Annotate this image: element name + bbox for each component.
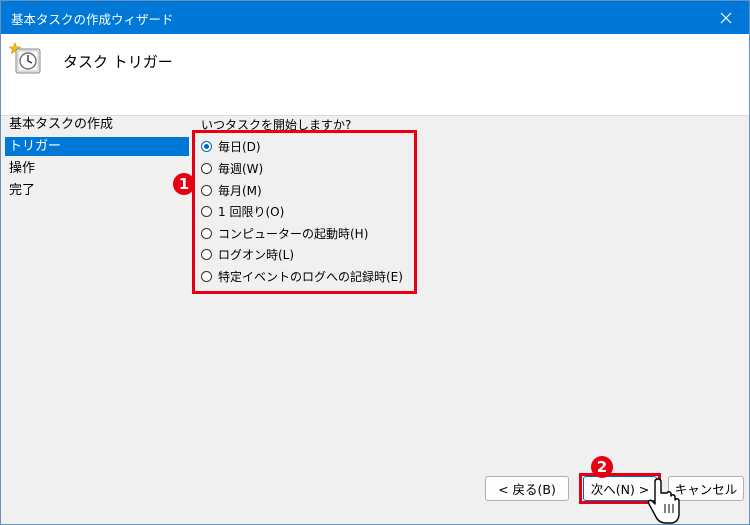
- annotation-badge-2: 2: [591, 456, 613, 478]
- radio-label: 毎月(M): [218, 183, 262, 198]
- radio-computer-startup[interactable]: コンピューターの起動時(H): [201, 223, 368, 243]
- task-clock-icon: [9, 42, 41, 74]
- radio-label: 特定イベントのログへの記録時(E): [218, 269, 403, 284]
- radio-logon[interactable]: ログオン時(L): [201, 244, 294, 264]
- back-button[interactable]: < 戻る(B): [485, 476, 569, 501]
- radio-label: 1 回限り(O): [218, 204, 285, 219]
- wizard-header: タスク トリガー: [1, 34, 749, 116]
- radio-button[interactable]: [201, 184, 212, 196]
- annotation-badge-1: 1: [173, 173, 195, 195]
- page-title: タスク トリガー: [63, 53, 173, 71]
- step-trigger[interactable]: トリガー: [5, 137, 189, 156]
- radio-label: ログオン時(L): [218, 247, 295, 262]
- radio-label: コンピューターの起動時(H): [218, 226, 369, 241]
- radio-weekly[interactable]: 毎週(W): [201, 158, 263, 178]
- radio-monthly[interactable]: 毎月(M): [201, 180, 262, 200]
- radio-button[interactable]: [201, 227, 212, 239]
- title-bar: 基本タスクの作成ウィザード: [1, 1, 749, 34]
- radio-one-time[interactable]: 1 回限り(O): [201, 201, 284, 221]
- mouse-pointer-icon: [647, 478, 680, 524]
- step-action[interactable]: 操作: [5, 159, 189, 178]
- step-finish[interactable]: 完了: [5, 181, 189, 200]
- radio-button[interactable]: [201, 248, 212, 260]
- close-icon: [720, 12, 732, 23]
- radio-button[interactable]: [201, 270, 212, 282]
- close-button[interactable]: [703, 1, 749, 34]
- radio-button[interactable]: [201, 140, 212, 152]
- wizard-window: 基本タスクの作成ウィザード タスク トリガー 基本タスクの作成 トリガー 操作 …: [0, 0, 750, 525]
- radio-specific-event[interactable]: 特定イベントのログへの記録時(E): [201, 266, 403, 286]
- radio-label: 毎週(W): [218, 161, 264, 176]
- window-title: 基本タスクの作成ウィザード: [11, 12, 174, 27]
- radio-button[interactable]: [201, 162, 212, 174]
- radio-daily[interactable]: 毎日(D): [201, 136, 261, 156]
- radio-button[interactable]: [201, 205, 212, 217]
- step-create-basic-task[interactable]: 基本タスクの作成: [5, 115, 189, 134]
- next-button[interactable]: 次へ(N) >: [583, 476, 657, 501]
- radio-label: 毎日(D): [218, 139, 261, 154]
